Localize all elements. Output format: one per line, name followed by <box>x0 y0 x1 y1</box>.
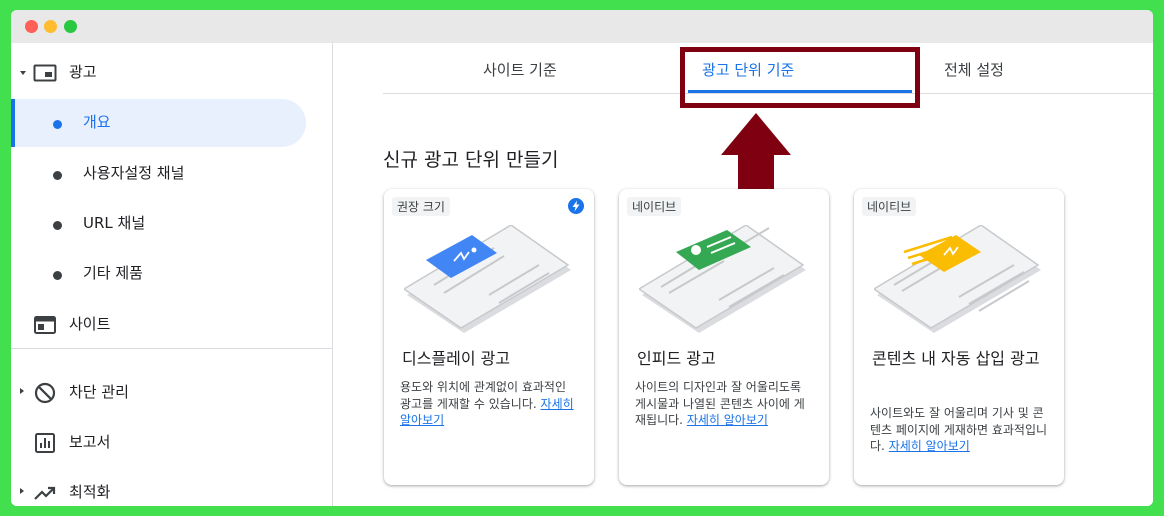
sidebar-item-label: 사용자설정 채널 <box>83 164 185 182</box>
bullet-icon <box>53 271 62 280</box>
sidebar-item-label: 사이트 <box>69 315 111 333</box>
sidebar-item-overview[interactable]: 개요 <box>11 99 306 147</box>
in-article-ad-illustration <box>874 225 1041 333</box>
tab-bar: 사이트 기준 광고 단위 기준 전체 설정 <box>383 43 1153 108</box>
card-description: 용도와 위치에 관계없이 효과적인 광고를 게재할 수 있습니다. 자세히 알아… <box>400 380 574 427</box>
annotation-up-arrow-icon <box>721 113 791 192</box>
sidebar-item-label: 개요 <box>83 113 111 131</box>
lightning-icon <box>568 198 584 214</box>
in-article-ad-card[interactable]: 네이티브 콘텐츠 내 자동 삽입 광고 사이트와도 잘 어울리며 기사 및 콘텐… <box>854 189 1064 485</box>
close-window-button[interactable] <box>25 20 38 33</box>
card-description: 사이트의 디자인과 잘 어울리도록 게시물과 나열된 콘텐츠 사이에 게재됩니다… <box>635 380 805 427</box>
sidebar-divider <box>11 348 332 349</box>
sidebar-item-optimization[interactable]: 최적화 <box>11 469 332 506</box>
card-description: 사이트와도 잘 어울리며 기사 및 콘텐츠 페이지에 게재하면 효과적입니다. … <box>870 406 1048 453</box>
display-ad-illustration <box>404 225 571 333</box>
sidebar-item-label: 기타 제품 <box>83 264 143 282</box>
sidebar-item-label: 보고서 <box>69 433 111 451</box>
sidebar-item-label: 광고 <box>69 63 97 81</box>
in-feed-ad-illustration <box>639 225 806 333</box>
sidebar-item-other-products[interactable]: 기타 제품 <box>11 250 332 298</box>
display-ad-card[interactable]: 권장 크기 디스플레이 광고 용도와 위치에 관계없이 효과적인 광고를 게재할… <box>384 189 594 485</box>
card-title: 콘텐츠 내 자동 삽입 광고 <box>872 349 1040 368</box>
chevron-right-icon[interactable] <box>20 488 24 494</box>
minimize-window-button[interactable] <box>44 20 57 33</box>
sidebar-item-reports[interactable]: 보고서 <box>11 419 332 467</box>
sidebar: 광고 개요 사용자설정 채널 URL 채널 기타 제품 사이트 차단 관리 보고… <box>11 43 333 506</box>
bullet-icon <box>53 221 62 230</box>
browser-icon <box>34 316 56 334</box>
ads-icon <box>33 64 57 82</box>
in-feed-ad-card[interactable]: 네이티브 인피드 광고 사이트의 디자인과 잘 어울리도록 게시물과 나열된 콘… <box>619 189 829 485</box>
recommended-size-badge: 권장 크기 <box>392 197 450 216</box>
trending-up-icon <box>34 486 56 500</box>
sidebar-item-label: 차단 관리 <box>69 383 129 401</box>
chevron-right-icon[interactable] <box>20 388 24 394</box>
learn-more-link[interactable]: 자세히 알아보기 <box>889 439 970 453</box>
sidebar-item-custom-channels[interactable]: 사용자설정 채널 <box>11 150 332 198</box>
bullet-icon <box>53 171 62 180</box>
sidebar-item-sites[interactable]: 사이트 <box>11 301 332 349</box>
bar-chart-icon <box>35 433 55 453</box>
sidebar-item-ads[interactable]: 광고 <box>11 49 332 97</box>
window-titlebar <box>11 10 1153 43</box>
learn-more-link[interactable]: 자세히 알아보기 <box>687 413 768 427</box>
card-title: 디스플레이 광고 <box>402 349 511 368</box>
annotation-highlight-box <box>680 47 920 108</box>
browser-window: 광고 개요 사용자설정 채널 URL 채널 기타 제품 사이트 차단 관리 보고… <box>11 10 1153 506</box>
main-content: 사이트 기준 광고 단위 기준 전체 설정 신규 광고 단위 만들기 권장 크기 <box>333 43 1153 506</box>
native-badge: 네이티브 <box>862 197 917 216</box>
sidebar-item-blocking-controls[interactable]: 차단 관리 <box>11 369 332 417</box>
card-title: 인피드 광고 <box>637 349 716 368</box>
native-badge: 네이티브 <box>627 197 682 216</box>
tab-global-settings[interactable]: 전체 설정 <box>944 59 1004 80</box>
section-title: 신규 광고 단위 만들기 <box>383 149 559 171</box>
chevron-down-icon[interactable] <box>20 71 26 75</box>
block-icon <box>34 382 56 404</box>
bullet-icon <box>53 120 62 129</box>
sidebar-item-url-channels[interactable]: URL 채널 <box>11 200 332 248</box>
tab-by-site[interactable]: 사이트 기준 <box>483 59 557 80</box>
sidebar-item-label: 최적화 <box>69 483 111 501</box>
sidebar-item-label: URL 채널 <box>83 214 146 232</box>
maximize-window-button[interactable] <box>64 20 77 33</box>
